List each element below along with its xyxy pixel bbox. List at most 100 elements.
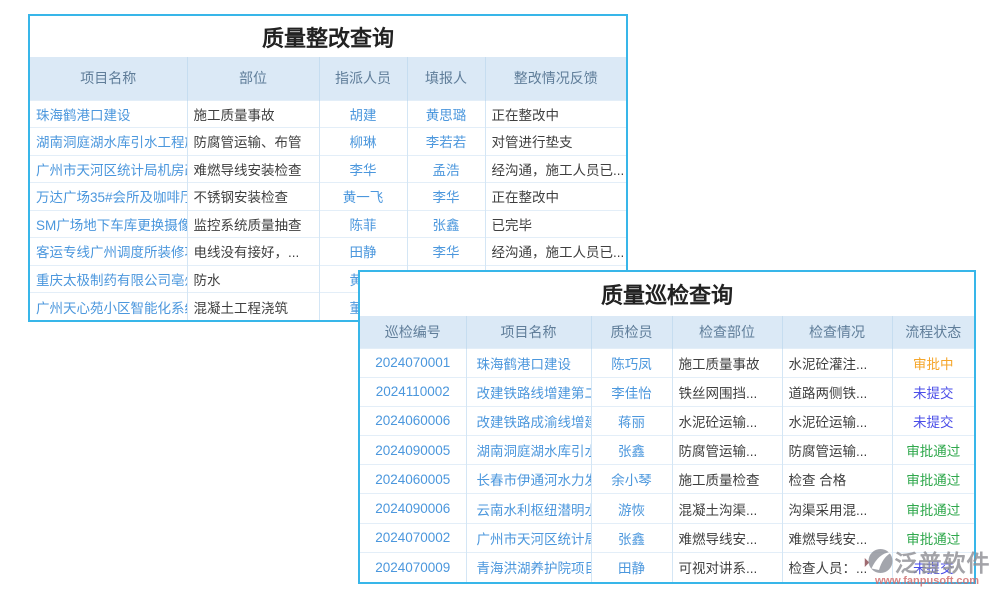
project-link[interactable]: 云南水利枢纽潜明水库 bbox=[466, 494, 591, 523]
project-link[interactable]: 珠海鹤港口建设 bbox=[30, 100, 187, 128]
col-header-assignee: 指派人员 bbox=[319, 57, 407, 100]
inspection-header-row: 巡检编号 项目名称 质检员 检查部位 检查情况 流程状态 bbox=[360, 316, 974, 348]
project-link[interactable]: 青海洪湖养护院项目 bbox=[466, 552, 591, 581]
part-cell: 不锈钢安装检查 bbox=[187, 183, 319, 211]
inspector-link[interactable]: 陈巧凤 bbox=[591, 348, 672, 377]
status-badge: 未提交 bbox=[913, 415, 954, 430]
check-detail-cell: 道路两侧铁... bbox=[782, 377, 892, 406]
part-cell: 监控系统质量抽查 bbox=[187, 210, 319, 238]
col-header-reporter: 填报人 bbox=[407, 57, 485, 100]
check-part-cell: 难燃导线安... bbox=[672, 523, 782, 552]
assignee-link[interactable]: 陈菲 bbox=[319, 210, 407, 238]
feedback-cell: 正在整改中 bbox=[485, 183, 626, 211]
feedback-cell: 对管进行垫支 bbox=[485, 128, 626, 156]
check-part-cell: 水泥砼运输... bbox=[672, 406, 782, 435]
status-badge: 审批通过 bbox=[906, 473, 960, 488]
table-row: 湖南洞庭湖水库引水工程施工 防腐管运输、布管 柳琳 李若若 对管进行垫支 bbox=[30, 128, 626, 156]
inspection-table: 巡检编号 项目名称 质检员 检查部位 检查情况 流程状态 2024070001 … bbox=[360, 316, 974, 582]
check-part-cell: 施工质量事故 bbox=[672, 348, 782, 377]
inspection-id-link[interactable]: 2024060005 bbox=[360, 465, 466, 494]
inspection-id-link[interactable]: 2024060006 bbox=[360, 406, 466, 435]
feedback-cell: 经沟通，施工人员已... bbox=[485, 155, 626, 183]
project-link[interactable]: 广州市天河区统计局机房改造 bbox=[30, 155, 187, 183]
project-link[interactable]: 长春市伊通河水力发电 bbox=[466, 465, 591, 494]
inspection-id-link[interactable]: 2024110002 bbox=[360, 377, 466, 406]
check-part-cell: 可视对讲系... bbox=[672, 552, 782, 581]
part-cell: 混凝土工程浇筑 bbox=[187, 293, 319, 321]
inspector-link[interactable]: 余小琴 bbox=[591, 465, 672, 494]
inspector-link[interactable]: 李佳怡 bbox=[591, 377, 672, 406]
col-header-project: 项目名称 bbox=[466, 316, 591, 348]
inspection-id-link[interactable]: 2024090005 bbox=[360, 436, 466, 465]
table-row: 2024060005 长春市伊通河水力发电 余小琴 施工质量检查 检查 合格 审… bbox=[360, 465, 974, 494]
assignee-link[interactable]: 柳琳 bbox=[319, 128, 407, 156]
inspector-link[interactable]: 张鑫 bbox=[591, 523, 672, 552]
col-header-flow-status: 流程状态 bbox=[892, 316, 974, 348]
inspector-link[interactable]: 蒋丽 bbox=[591, 406, 672, 435]
table-row: 2024090005 湖南洞庭湖水库引水工 张鑫 防腐管运输... 防腐管运输.… bbox=[360, 436, 974, 465]
check-detail-cell: 水泥砼灌注... bbox=[782, 348, 892, 377]
check-detail-cell: 难燃导线安... bbox=[782, 523, 892, 552]
feedback-cell: 已完毕 bbox=[485, 210, 626, 238]
reporter-link[interactable]: 李华 bbox=[407, 238, 485, 266]
col-header-inspector: 质检员 bbox=[591, 316, 672, 348]
reporter-link[interactable]: 李华 bbox=[407, 183, 485, 211]
status-badge: 审批通过 bbox=[906, 444, 960, 459]
reporter-link[interactable]: 李若若 bbox=[407, 128, 485, 156]
inspector-link[interactable]: 田静 bbox=[591, 552, 672, 581]
col-header-project: 项目名称 bbox=[30, 57, 187, 100]
status-badge: 审批通过 bbox=[906, 503, 960, 518]
project-link[interactable]: 改建铁路成渝线增建第 bbox=[466, 406, 591, 435]
check-detail-cell: 检查人员：... bbox=[782, 552, 892, 581]
col-header-check-detail: 检查情况 bbox=[782, 316, 892, 348]
assignee-link[interactable]: 胡建 bbox=[319, 100, 407, 128]
table-row: 广州市天河区统计局机房改造 难燃导线安装检查 李华 孟浩 经沟通，施工人员已..… bbox=[30, 155, 626, 183]
inspector-link[interactable]: 张鑫 bbox=[591, 436, 672, 465]
table-row: 珠海鹤港口建设 施工质量事故 胡建 黄思璐 正在整改中 bbox=[30, 100, 626, 128]
assignee-link[interactable]: 田静 bbox=[319, 238, 407, 266]
feedback-cell: 经沟通，施工人员已... bbox=[485, 238, 626, 266]
status-badge: 审批中 bbox=[913, 357, 954, 372]
check-detail-cell: 防腐管运输... bbox=[782, 436, 892, 465]
project-link[interactable]: SM广场地下车库更换摄像机 bbox=[30, 210, 187, 238]
status-badge: 未提交 bbox=[913, 386, 954, 401]
part-cell: 防腐管运输、布管 bbox=[187, 128, 319, 156]
rectification-header-row: 项目名称 部位 指派人员 填报人 整改情况反馈 bbox=[30, 57, 626, 100]
project-link[interactable]: 万达广场35#会所及咖啡厅装 bbox=[30, 183, 187, 211]
table-row: 2024090006 云南水利枢纽潜明水库 游恢 混凝土沟渠... 沟渠采用混.… bbox=[360, 494, 974, 523]
inspection-id-link[interactable]: 2024070002 bbox=[360, 523, 466, 552]
project-link[interactable]: 重庆太极制药有限公司亳州 bbox=[30, 265, 187, 293]
project-link[interactable]: 湖南洞庭湖水库引水工 bbox=[466, 436, 591, 465]
table-row: 2024070001 珠海鹤港口建设 陈巧凤 施工质量事故 水泥砼灌注... 审… bbox=[360, 348, 974, 377]
project-link[interactable]: 改建铁路线增建第二线 bbox=[466, 377, 591, 406]
check-part-cell: 防腐管运输... bbox=[672, 436, 782, 465]
inspector-link[interactable]: 游恢 bbox=[591, 494, 672, 523]
assignee-link[interactable]: 李华 bbox=[319, 155, 407, 183]
part-cell: 防水 bbox=[187, 265, 319, 293]
table-row: 2024060006 改建铁路成渝线增建第 蒋丽 水泥砼运输... 水泥砼运输.… bbox=[360, 406, 974, 435]
col-header-part: 部位 bbox=[187, 57, 319, 100]
table-row: 万达广场35#会所及咖啡厅装 不锈钢安装检查 黄一飞 李华 正在整改中 bbox=[30, 183, 626, 211]
project-link[interactable]: 湖南洞庭湖水库引水工程施工 bbox=[30, 128, 187, 156]
assignee-link[interactable]: 黄一飞 bbox=[319, 183, 407, 211]
inspection-window-title: 质量巡检查询 bbox=[360, 272, 974, 316]
check-detail-cell: 检查 合格 bbox=[782, 465, 892, 494]
rectification-window-title: 质量整改查询 bbox=[30, 16, 626, 57]
inspection-id-link[interactable]: 2024070009 bbox=[360, 552, 466, 581]
status-badge: 未提交 bbox=[913, 561, 954, 576]
col-header-check-part: 检查部位 bbox=[672, 316, 782, 348]
table-row: 2024110002 改建铁路线增建第二线 李佳怡 铁丝网围挡... 道路两侧铁… bbox=[360, 377, 974, 406]
project-link[interactable]: 客运专线广州调度所装修项目 bbox=[30, 238, 187, 266]
project-link[interactable]: 广州天心苑小区智能化系统 bbox=[30, 293, 187, 321]
check-part-cell: 混凝土沟渠... bbox=[672, 494, 782, 523]
inspection-id-link[interactable]: 2024070001 bbox=[360, 348, 466, 377]
reporter-link[interactable]: 黄思璐 bbox=[407, 100, 485, 128]
reporter-link[interactable]: 张鑫 bbox=[407, 210, 485, 238]
inspection-query-window: 质量巡检查询 巡检编号 项目名称 质检员 检查部位 检查情况 流程状态 2024… bbox=[358, 270, 976, 584]
col-header-feedback: 整改情况反馈 bbox=[485, 57, 626, 100]
inspection-id-link[interactable]: 2024090006 bbox=[360, 494, 466, 523]
project-link[interactable]: 广州市天河区统计局机 bbox=[466, 523, 591, 552]
col-header-inspection-id: 巡检编号 bbox=[360, 316, 466, 348]
reporter-link[interactable]: 孟浩 bbox=[407, 155, 485, 183]
project-link[interactable]: 珠海鹤港口建设 bbox=[466, 348, 591, 377]
